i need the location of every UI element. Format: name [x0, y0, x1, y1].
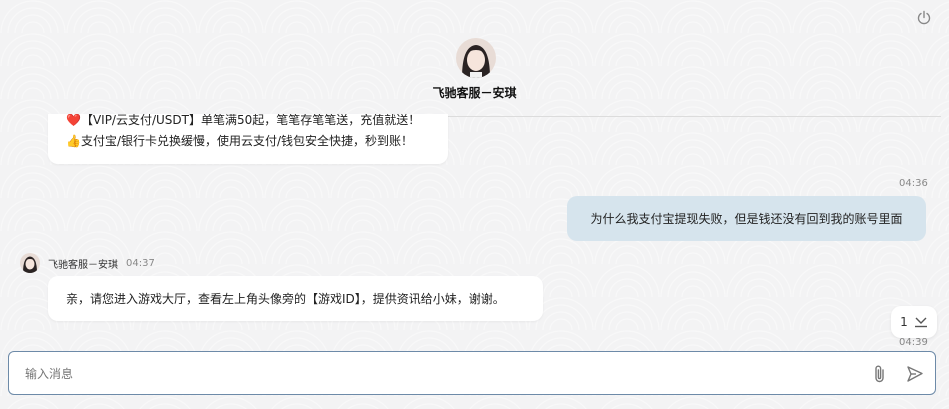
chat-header: 飞驰客服－安琪	[0, 0, 949, 118]
attach-button[interactable]	[871, 364, 889, 384]
promo-line-1: ❤️【VIP/云支付/USDT】单笔满50起，笔笔存笔笔送，充值就送！	[66, 114, 421, 127]
message-composer	[8, 351, 936, 395]
reply-sender-row: 飞驰客服－安琪 04:37	[20, 253, 155, 273]
agent-avatar	[456, 38, 496, 78]
scroll-down-icon	[914, 317, 927, 328]
sender-name: 飞驰客服－安琪	[48, 259, 118, 271]
next-message-time: 04:39	[899, 337, 928, 348]
reply-message-bubble: 亲，请您进入游戏大厅，查看左上角头像旁的【游戏ID】，提供资讯给小妹，谢谢。	[48, 276, 543, 321]
promo-message-bubble: ❤️【VIP/云支付/USDT】单笔满50起，笔笔存笔笔送，充值就送！ 👍支付宝…	[48, 114, 448, 164]
user-message-text: 为什么我支付宝提现失败，但是钱还没有回到我的账号里面	[590, 212, 903, 226]
sender-time: 04:37	[126, 257, 155, 269]
unread-scroll-button[interactable]: 1	[891, 306, 937, 338]
reply-message-text: 亲，请您进入游戏大厅，查看左上角头像旁的【游戏ID】，提供资讯给小妹，谢谢。	[66, 292, 505, 306]
send-button[interactable]	[905, 364, 925, 384]
send-icon	[907, 366, 923, 382]
sender-avatar	[20, 253, 40, 273]
paperclip-icon	[875, 365, 884, 383]
agent-name: 飞驰客服－安琪	[432, 86, 517, 100]
unread-count: 1	[900, 315, 908, 329]
user-message-bubble: 为什么我支付宝提现失败，但是钱还没有回到我的账号里面	[567, 196, 926, 241]
message-input[interactable]	[23, 362, 847, 386]
user-message-time: 04:36	[899, 178, 928, 189]
promo-line-2: 👍支付宝/银行卡兑换缓慢，使用云支付/钱包安全快捷，秒到账！	[66, 134, 414, 148]
